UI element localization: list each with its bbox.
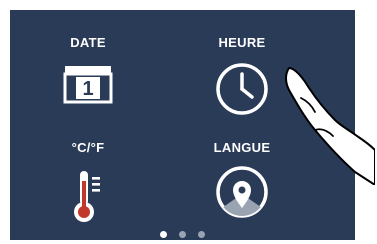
page-dot-3[interactable] (198, 231, 205, 238)
location-pin-icon (214, 164, 270, 225)
page-dot-1[interactable] (160, 231, 167, 238)
heure-label: HEURE (218, 35, 266, 50)
temperature-unit-tile[interactable]: °C/°F (33, 120, 143, 222)
date-label: DATE (70, 35, 106, 50)
temperature-unit-label: °C/°F (71, 140, 105, 155)
calendar-icon: 1 (62, 63, 114, 110)
pointing-finger-illustration (275, 60, 376, 190)
thermometer-icon (68, 167, 108, 230)
calendar-day-number: 1 (82, 78, 93, 100)
date-tile[interactable]: DATE 1 (33, 15, 143, 105)
page-dot-2[interactable] (179, 231, 186, 238)
clock-icon (215, 62, 269, 121)
page-indicator (10, 231, 355, 238)
